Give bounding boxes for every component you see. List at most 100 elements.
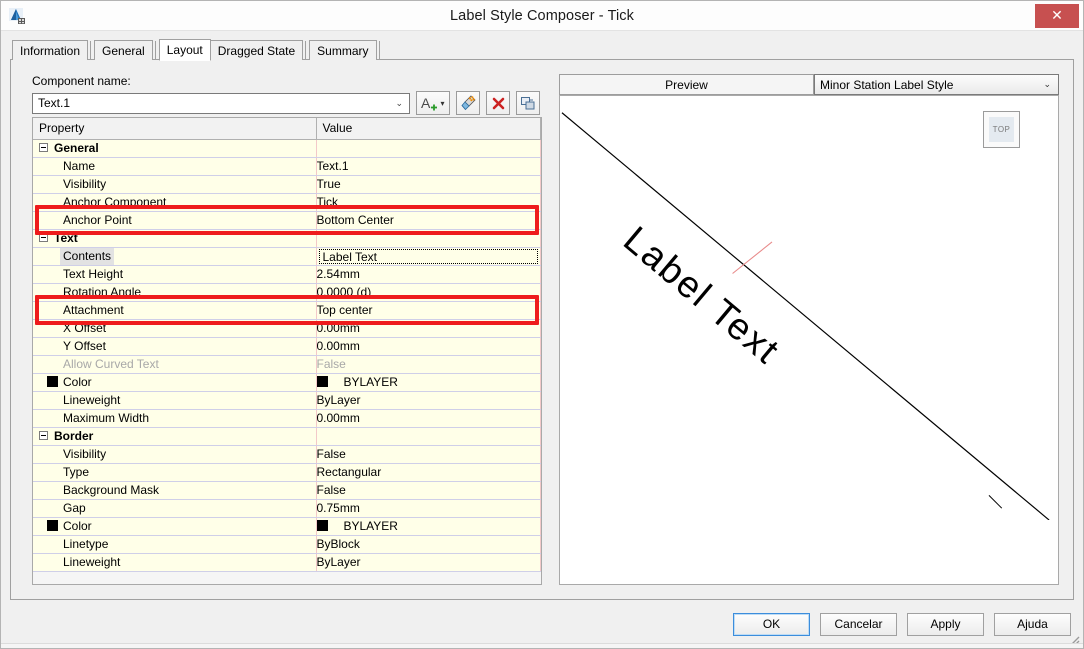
grid-cell-property[interactable]: Y Offset [33,337,317,356]
grid-category-row[interactable]: Text [33,229,541,248]
grid-cell-property[interactable]: Text Height [33,265,317,284]
grid-cell-property[interactable]: Lineweight [33,391,317,410]
grid-cell-value[interactable]: 2.54mm [316,265,541,284]
grid-cell-value[interactable]: False [316,445,541,464]
grid-row[interactable]: Background Mask False [33,481,541,500]
grid-row[interactable]: Text Height 2.54mm [33,265,541,284]
grid-cell-value[interactable]: 0.0000 (d) [316,283,541,302]
tab-dragged-state[interactable]: Dragged State [209,40,304,60]
add-component-button[interactable]: A ▾ [416,91,450,115]
help-button[interactable]: Ajuda [994,612,1071,636]
grid-row[interactable]: Color BYLAYER [33,517,541,536]
tab-information[interactable]: Information [12,40,89,60]
grid-cell-property[interactable]: Allow Curved Text [33,355,317,374]
grid-cell-value[interactable]: 0.00mm [316,319,541,338]
grid-cell-value[interactable]: 0.75mm [316,499,541,518]
cancel-button[interactable]: Cancelar [820,612,897,636]
value-focus-box[interactable]: Label Text [318,248,538,264]
grid-cell-value[interactable]: 0.00mm [316,409,541,428]
grid-cell-property[interactable]: Attachment [33,301,317,320]
collapse-expander-icon[interactable] [39,142,48,152]
grid-row[interactable]: Maximum Width 0.00mm [33,409,541,428]
tab-layout[interactable]: Layout [158,39,211,61]
grid-cell-property[interactable]: Color [33,517,317,536]
grid-cell-value[interactable]: True [316,175,541,194]
copy-component-button[interactable] [516,91,540,115]
grid-cell-value[interactable] [316,427,541,446]
preview-canvas[interactable]: Label Text TOP [559,95,1059,585]
close-button[interactable]: ✕ [1035,3,1079,28]
grid-cell-property[interactable]: Gap [33,499,317,518]
grid-cell-value[interactable]: Bottom Center [316,211,541,230]
grid-cell-property[interactable]: Lineweight [33,553,317,572]
grid-cell-value[interactable]: ByLayer [316,391,541,410]
grid-cell-value[interactable]: Label Text [316,247,541,266]
grid-row[interactable]: Color BYLAYER [33,373,541,392]
grid-category-row[interactable]: General [33,139,541,158]
grid-row[interactable]: Visibility True [33,175,541,194]
grid-row[interactable]: Gap 0.75mm [33,499,541,518]
column-header-value[interactable]: Value [316,118,541,140]
grid-row[interactable]: X Offset 0.00mm [33,319,541,338]
grid-row[interactable]: Lineweight ByLayer [33,553,541,572]
grid-row[interactable]: Y Offset 0.00mm [33,337,541,356]
grid-cell-property[interactable]: General [33,139,317,158]
property-grid[interactable]: Property Value General Name Text.1 Visibili… [32,117,542,585]
grid-cell-value[interactable]: False [316,481,541,500]
grid-cell-property[interactable]: X Offset [33,319,317,338]
grid-row[interactable]: Attachment Top center [33,301,541,320]
label-style-combobox[interactable]: Minor Station Label Style ⌄ [814,74,1059,95]
grid-cell-value[interactable]: BYLAYER [316,373,541,392]
collapse-expander-icon[interactable] [39,232,48,242]
apply-button[interactable]: Apply [907,612,984,636]
grid-cell-value[interactable]: Tick [316,193,541,212]
chevron-down-icon[interactable]: ▾ [440,99,444,108]
grid-cell-value[interactable]: False [316,355,541,374]
match-properties-button[interactable] [456,91,480,115]
grid-row[interactable]: Lineweight ByLayer [33,391,541,410]
grid-cell-property[interactable]: Maximum Width [33,409,317,428]
grid-cell-value[interactable]: ByBlock [316,535,541,554]
grid-row[interactable]: Linetype ByBlock [33,535,541,554]
grid-cell-property[interactable]: Anchor Component [33,193,317,212]
value-wrap: BYLAYER [316,519,398,533]
grid-cell-property[interactable]: Background Mask [33,481,317,500]
preview-tab[interactable]: Preview [559,74,814,95]
grid-cell-property[interactable]: Name [33,157,317,176]
grid-cell-property[interactable]: Rotation Angle [33,283,317,302]
grid-row[interactable]: Allow Curved Text False [33,355,541,374]
ok-button[interactable]: OK [733,612,810,636]
grid-row[interactable]: Contents Label Text [33,247,541,266]
grid-cell-property[interactable]: Contents [33,247,317,266]
grid-row[interactable]: Anchor Component Tick [33,193,541,212]
grid-cell-value[interactable]: ByLayer [316,553,541,572]
viewcube-top-button[interactable]: TOP [983,111,1020,148]
grid-row[interactable]: Visibility False [33,445,541,464]
grid-cell-value[interactable] [316,229,541,248]
grid-cell-value[interactable]: Rectangular [316,463,541,482]
grid-row[interactable]: Rotation Angle 0.0000 (d) [33,283,541,302]
grid-cell-property[interactable]: Color [33,373,317,392]
grid-row[interactable]: Anchor Point Bottom Center [33,211,541,230]
tab-general[interactable]: General [94,40,153,60]
grid-cell-value[interactable]: 0.00mm [316,337,541,356]
grid-cell-value[interactable]: BYLAYER [316,517,541,536]
grid-cell-property[interactable]: Linetype [33,535,317,554]
grid-cell-property[interactable]: Visibility [33,445,317,464]
component-name-combobox[interactable]: Text.1 ⌄ [32,92,410,114]
collapse-expander-icon[interactable] [39,430,48,440]
delete-component-button[interactable] [486,91,510,115]
grid-cell-value[interactable] [316,139,541,158]
grid-cell-value[interactable]: Top center [316,301,541,320]
grid-cell-property[interactable]: Anchor Point [33,211,317,230]
grid-category-row[interactable]: Border [33,427,541,446]
grid-cell-property[interactable]: Text [33,229,317,248]
grid-row[interactable]: Type Rectangular [33,463,541,482]
column-header-property[interactable]: Property [33,118,317,140]
grid-row[interactable]: Name Text.1 [33,157,541,176]
grid-cell-value[interactable]: Text.1 [316,157,541,176]
tab-summary[interactable]: Summary [309,40,377,60]
grid-cell-property[interactable]: Type [33,463,317,482]
grid-cell-property[interactable]: Visibility [33,175,317,194]
grid-cell-property[interactable]: Border [33,427,317,446]
